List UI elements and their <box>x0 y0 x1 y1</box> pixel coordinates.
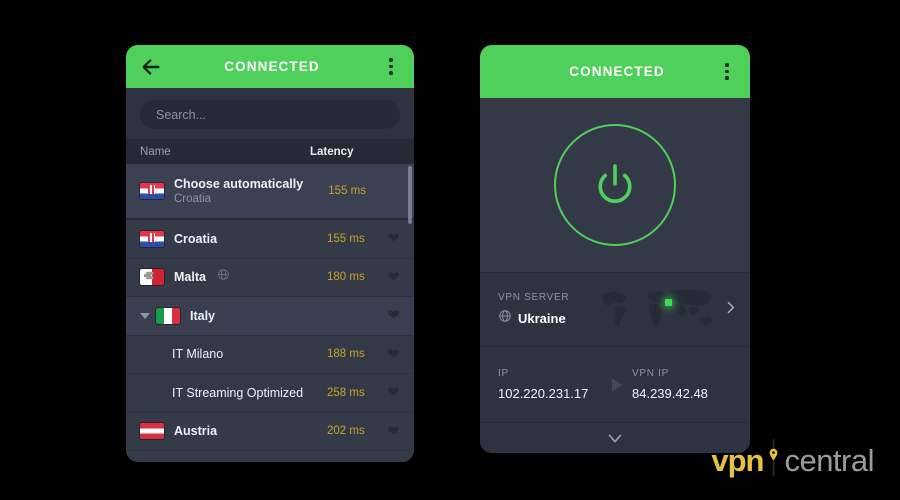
right-header-title: CONNECTED <box>569 64 665 79</box>
favorite-heart-icon[interactable]: ❤ <box>385 385 402 400</box>
list-item-title: Italy <box>190 308 216 323</box>
chevron-right-icon[interactable] <box>720 299 740 321</box>
server-list-panel: CONNECTED Search... Name Latency Choose … <box>126 45 414 462</box>
row-text-block: Austria <box>174 422 327 440</box>
list-item-latency: 155 ms <box>327 232 365 245</box>
flag-icon-italy <box>156 307 180 324</box>
favorite-heart-icon[interactable]: ❤ <box>385 270 402 285</box>
list-item-malta[interactable]: Malta 180 ms ❤ <box>126 259 414 297</box>
kebab-menu-icon[interactable] <box>382 56 400 78</box>
list-item-latency: 258 ms <box>327 386 365 399</box>
list-item-title: Choose automatically <box>174 177 304 191</box>
favorite-heart-icon[interactable]: ❤ <box>385 347 402 362</box>
ip-value: 102.220.231.17 <box>498 386 589 401</box>
world-map-graphic <box>596 284 720 336</box>
list-scrollbar[interactable] <box>408 166 412 224</box>
ip-info-row: IP 102.220.231.17 VPN IP 84.239.42.48 <box>480 346 750 422</box>
globe-icon <box>217 268 230 286</box>
list-item-italy-group[interactable]: Italy ❤ <box>126 297 414 336</box>
list-item-title: Malta <box>174 270 206 285</box>
flag-icon-croatia <box>140 183 164 199</box>
vpn-ip-block: VPN IP 84.239.42.48 <box>632 368 744 401</box>
vpncentral-watermark: vpn central <box>711 439 874 482</box>
power-toggle-button[interactable] <box>554 124 676 246</box>
list-item-latency: 202 ms <box>327 425 365 438</box>
row-text-block: Croatia <box>174 230 327 248</box>
list-item-title: IT Streaming Optimized <box>172 385 304 400</box>
watermark-central-text: central <box>784 442 874 478</box>
list-item-title: Croatia <box>174 231 218 246</box>
row-text-block: Malta <box>174 268 327 286</box>
flag-icon-malta <box>140 269 164 286</box>
map-location-marker <box>665 299 673 307</box>
favorite-heart-icon[interactable]: ❤ <box>385 424 402 439</box>
list-column-headers: Name Latency <box>126 139 414 164</box>
kebab-menu-icon[interactable] <box>718 61 736 83</box>
list-item-subtitle: Croatia <box>174 193 212 205</box>
vpn-server-row[interactable]: VPN SERVER Ukraine <box>480 272 750 346</box>
server-list[interactable]: Choose automatically Croatia 155 ms Croa… <box>126 164 414 462</box>
flag-icon-croatia <box>140 230 164 247</box>
connection-status-panel: CONNECTED VPN SERVER Ukraine IP 102.220.… <box>480 45 750 453</box>
left-header-bar: CONNECTED <box>126 45 414 88</box>
vpn-ip-value: 84.239.42.48 <box>632 386 708 401</box>
row-text-block: IT Streaming Optimized <box>172 384 327 402</box>
watermark-vpn-text: vpn <box>711 442 764 478</box>
favorite-heart-icon[interactable]: ❤ <box>385 231 402 246</box>
globe-icon <box>498 309 512 328</box>
right-header-bar: CONNECTED <box>480 45 750 98</box>
left-header-title: CONNECTED <box>224 59 320 74</box>
column-header-latency: Latency <box>310 145 354 158</box>
ip-label: IP <box>498 368 509 379</box>
row-text-block: Italy <box>190 307 327 325</box>
list-item-choose-automatically[interactable]: Choose automatically Croatia 155 ms <box>126 164 414 220</box>
real-ip-block: IP 102.220.231.17 <box>498 368 610 401</box>
power-section <box>480 98 750 272</box>
screenshot-root: CONNECTED Search... Name Latency Choose … <box>0 0 900 500</box>
list-item-latency: 155 ms <box>328 185 366 197</box>
flag-icon-austria <box>140 423 164 440</box>
search-placeholder: Search... <box>156 107 207 122</box>
row-text-block: IT Milano <box>172 345 327 363</box>
list-item-title: IT Milano <box>172 347 224 362</box>
favorite-heart-icon[interactable]: ❤ <box>385 308 402 323</box>
vpn-ip-label: VPN IP <box>632 368 669 379</box>
list-item-croatia[interactable]: Croatia 155 ms ❤ <box>126 220 414 259</box>
list-item-it-milano[interactable]: IT Milano 188 ms ❤ <box>126 335 414 374</box>
list-item-latency: 188 ms <box>327 348 365 361</box>
search-input[interactable]: Search... <box>140 100 400 129</box>
arrow-right-icon <box>612 377 622 392</box>
list-item-it-streaming-optimized[interactable]: IT Streaming Optimized 258 ms ❤ <box>126 374 414 413</box>
chevron-down-icon[interactable] <box>140 312 150 319</box>
list-item-title: Austria <box>174 424 218 439</box>
arrow-left-icon[interactable] <box>140 56 162 78</box>
chevron-down-icon <box>608 434 622 443</box>
server-name-line: Ukraine <box>498 309 596 328</box>
location-pin-icon <box>767 439 780 482</box>
row-text-block: Choose automatically Croatia <box>174 177 328 205</box>
expand-details-button[interactable] <box>480 422 750 453</box>
server-label-block: VPN SERVER Ukraine <box>498 292 596 328</box>
vpn-server-name: Ukraine <box>518 310 566 326</box>
column-header-name: Name <box>140 145 171 158</box>
vpn-server-label: VPN SERVER <box>498 291 570 303</box>
search-section: Search... <box>126 88 414 139</box>
list-item-latency: 180 ms <box>327 271 365 284</box>
list-item-austria[interactable]: Austria 202 ms ❤ <box>126 413 414 451</box>
